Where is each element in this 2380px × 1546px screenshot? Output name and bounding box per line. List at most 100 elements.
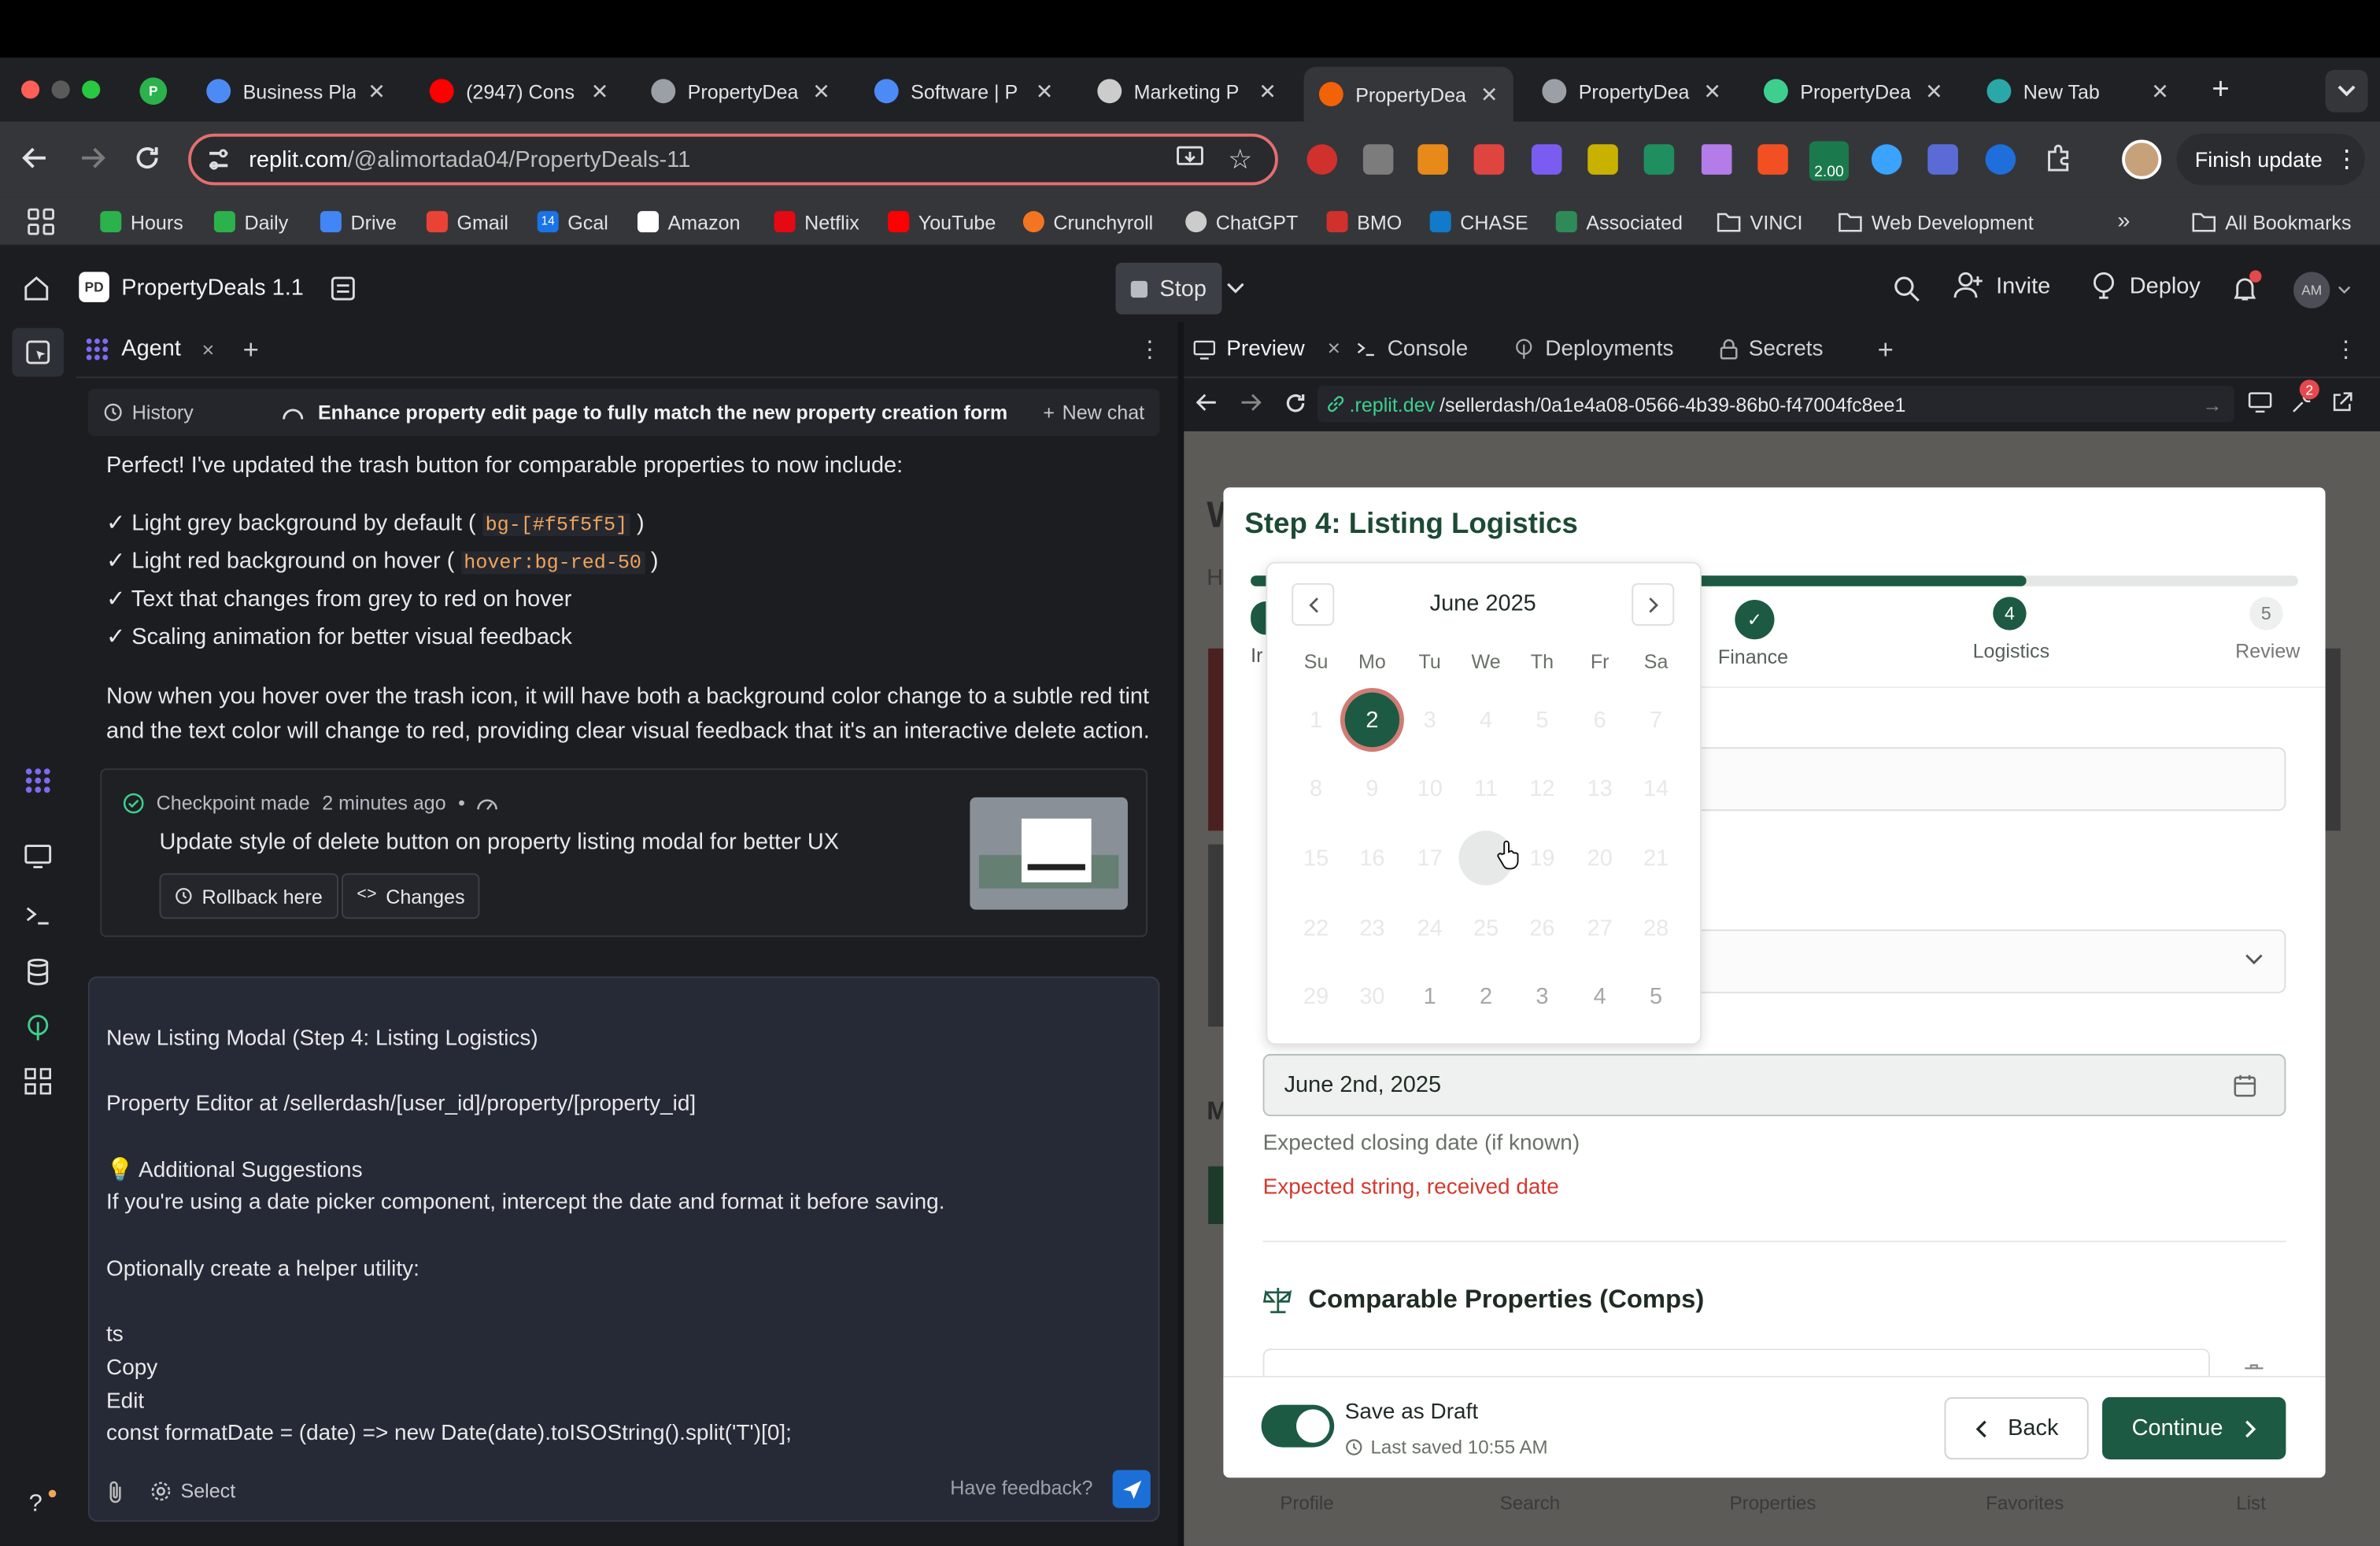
extension-icon-4[interactable] bbox=[1473, 144, 1505, 175]
bookmark-drive[interactable]: Drive bbox=[320, 206, 397, 237]
bookmark-star-icon[interactable]: ☆ bbox=[1228, 144, 1252, 176]
rail-database-button[interactable] bbox=[26, 958, 50, 986]
calendar-day[interactable]: 4 bbox=[1572, 969, 1627, 1023]
calendar-day[interactable]: 1 bbox=[1402, 969, 1457, 1023]
extension-icon-1[interactable] bbox=[1306, 144, 1338, 175]
close-tab-icon[interactable]: ✕ bbox=[1480, 81, 1499, 107]
preview-more-icon[interactable]: ⋮ bbox=[2334, 335, 2357, 363]
project-switcher[interactable]: PD PropertyDeals 1.1 bbox=[79, 272, 304, 302]
feedback-link[interactable]: Have feedback? bbox=[950, 1476, 1092, 1499]
calendar-day[interactable]: 15 bbox=[1288, 830, 1343, 885]
extension-icon-10[interactable]: 2.00 bbox=[1809, 141, 1849, 181]
add-preview-tab-button[interactable]: + bbox=[1878, 334, 1894, 366]
device-toggle-button[interactable] bbox=[2248, 392, 2272, 413]
notifications-button[interactable] bbox=[2231, 270, 2262, 302]
bookmark-gmail[interactable]: Gmail bbox=[426, 206, 508, 237]
forward-button[interactable] bbox=[79, 144, 106, 172]
bookmark-daily[interactable]: Daily bbox=[213, 206, 288, 237]
close-tab-icon[interactable]: ✕ bbox=[591, 78, 609, 104]
install-app-icon[interactable] bbox=[1177, 146, 1204, 170]
calendar-day[interactable]: 26 bbox=[1515, 901, 1569, 955]
extension-icon-12[interactable] bbox=[1927, 144, 1958, 175]
rail-files-button[interactable] bbox=[12, 327, 64, 377]
extension-icon-9[interactable] bbox=[1757, 144, 1788, 175]
calendar-day[interactable]: 10 bbox=[1402, 761, 1457, 816]
new-chat-button[interactable]: + New chat bbox=[1043, 401, 1144, 423]
close-tab-icon[interactable]: ✕ bbox=[1258, 78, 1277, 104]
calendar-day[interactable]: 3 bbox=[1402, 693, 1457, 747]
bookmark-youtube[interactable]: YouTube bbox=[888, 206, 996, 237]
calendar-day[interactable]: 25 bbox=[1458, 901, 1513, 955]
close-tab-icon[interactable]: ✕ bbox=[1925, 78, 1943, 104]
minimize-window-button[interactable] bbox=[51, 80, 70, 99]
browser-tab[interactable]: New Tab ✕ bbox=[1972, 67, 2184, 116]
comp-row-partial[interactable] bbox=[1262, 1348, 2210, 1376]
continue-button[interactable]: Continue bbox=[2102, 1396, 2286, 1460]
save-draft-toggle[interactable] bbox=[1261, 1404, 1335, 1448]
all-bookmarks-button[interactable]: All Bookmarks bbox=[2192, 206, 2352, 237]
extensions-puzzle-icon[interactable] bbox=[2043, 142, 2074, 173]
calendar-day[interactable]: 23 bbox=[1345, 901, 1399, 955]
back-step-button[interactable]: Back bbox=[1944, 1396, 2089, 1460]
calendar-day[interactable]: 2 bbox=[1344, 692, 1400, 748]
prev-month-button[interactable] bbox=[1292, 583, 1335, 626]
browser-tab[interactable]: Marketing P ✕ bbox=[1082, 67, 1292, 116]
bookmark-bmo[interactable]: BMO bbox=[1326, 206, 1402, 237]
extension-icon-7[interactable] bbox=[1643, 144, 1675, 175]
maximize-window-button[interactable] bbox=[82, 80, 101, 99]
bookmark-associated[interactable]: Associated bbox=[1555, 206, 1683, 237]
rail-console-button[interactable] bbox=[24, 904, 52, 928]
bookmark-chatgpt[interactable]: ChatGPT bbox=[1185, 206, 1298, 237]
tab-deployments[interactable]: Deployments bbox=[1513, 337, 1673, 361]
calendar-day[interactable]: 5 bbox=[1515, 693, 1569, 747]
close-window-button[interactable] bbox=[20, 80, 40, 99]
rail-preview-button[interactable] bbox=[24, 845, 52, 869]
bookmark-hours[interactable]: Hours bbox=[100, 206, 183, 237]
rail-deployments-button[interactable] bbox=[24, 1015, 52, 1042]
more-bookmarks-icon[interactable]: » bbox=[2117, 208, 2130, 234]
profile-avatar[interactable] bbox=[2122, 139, 2162, 179]
home-button[interactable] bbox=[23, 275, 50, 302]
site-info-icon[interactable] bbox=[206, 147, 231, 172]
calendar-day[interactable]: 24 bbox=[1402, 901, 1457, 955]
rail-agent-button[interactable] bbox=[24, 767, 52, 794]
calendar-day[interactable]: 7 bbox=[1628, 693, 1683, 747]
extension-icon-5[interactable] bbox=[1531, 144, 1562, 175]
history-button[interactable]: History bbox=[103, 401, 194, 423]
browser-tab[interactable]: PropertyDea ✕ bbox=[1749, 67, 1958, 116]
extension-icon-6[interactable] bbox=[1587, 144, 1618, 175]
close-tab-icon[interactable]: ✕ bbox=[368, 78, 386, 104]
tab-search-button[interactable] bbox=[2325, 69, 2368, 113]
browser-tab[interactable]: Software | P ✕ bbox=[859, 67, 1069, 116]
deploy-button[interactable]: Deploy bbox=[2090, 272, 2201, 299]
closing-date-input[interactable]: June 2nd, 2025 bbox=[1262, 1053, 2286, 1117]
profile-p-icon[interactable]: P bbox=[139, 77, 168, 105]
agent-more-icon[interactable]: ⋮ bbox=[1138, 335, 1161, 363]
bookmark-web-development[interactable]: Web Development bbox=[1838, 206, 2034, 237]
calendar-day[interactable]: 12 bbox=[1515, 761, 1569, 816]
extension-icon-2[interactable] bbox=[1362, 144, 1394, 175]
tab-secrets[interactable]: Secrets bbox=[1720, 337, 1824, 361]
preview-url-bar[interactable]: .replit.dev/sellerdash/0a1e4a08-0566-4b3… bbox=[1317, 386, 2234, 423]
listing-field-1[interactable] bbox=[1669, 747, 2286, 812]
calendar-day[interactable]: 2 bbox=[1458, 969, 1513, 1023]
open-new-window-button[interactable] bbox=[2331, 392, 2352, 413]
browser-tab[interactable]: PropertyDea ✕ bbox=[1303, 66, 1513, 122]
open-url-arrow-icon[interactable]: → bbox=[2202, 393, 2222, 416]
attach-button[interactable] bbox=[106, 1479, 124, 1503]
browser-tab[interactable]: Business Pla ✕ bbox=[191, 67, 401, 116]
calendar-day[interactable]: 19 bbox=[1515, 830, 1569, 885]
close-preview-tab-icon[interactable]: × bbox=[1328, 337, 1340, 361]
search-button[interactable] bbox=[1893, 275, 1920, 302]
calendar-day[interactable]: 4 bbox=[1458, 693, 1513, 747]
devtools-button[interactable]: 2 bbox=[2290, 379, 2319, 415]
extension-icon-8[interactable] bbox=[1701, 144, 1732, 175]
browser-tab[interactable]: PropertyDea ✕ bbox=[636, 67, 845, 116]
new-tab-button[interactable]: + bbox=[2202, 72, 2238, 108]
close-tab-icon[interactable]: ✕ bbox=[1703, 78, 1721, 104]
calendar-day[interactable]: 1 bbox=[1288, 693, 1343, 747]
apps-grid-icon[interactable] bbox=[28, 208, 55, 235]
invite-button[interactable]: Invite bbox=[1953, 272, 2050, 299]
browser-tab[interactable]: (2947) Cons ✕ bbox=[414, 67, 623, 116]
calendar-day[interactable]: 17 bbox=[1402, 830, 1457, 885]
